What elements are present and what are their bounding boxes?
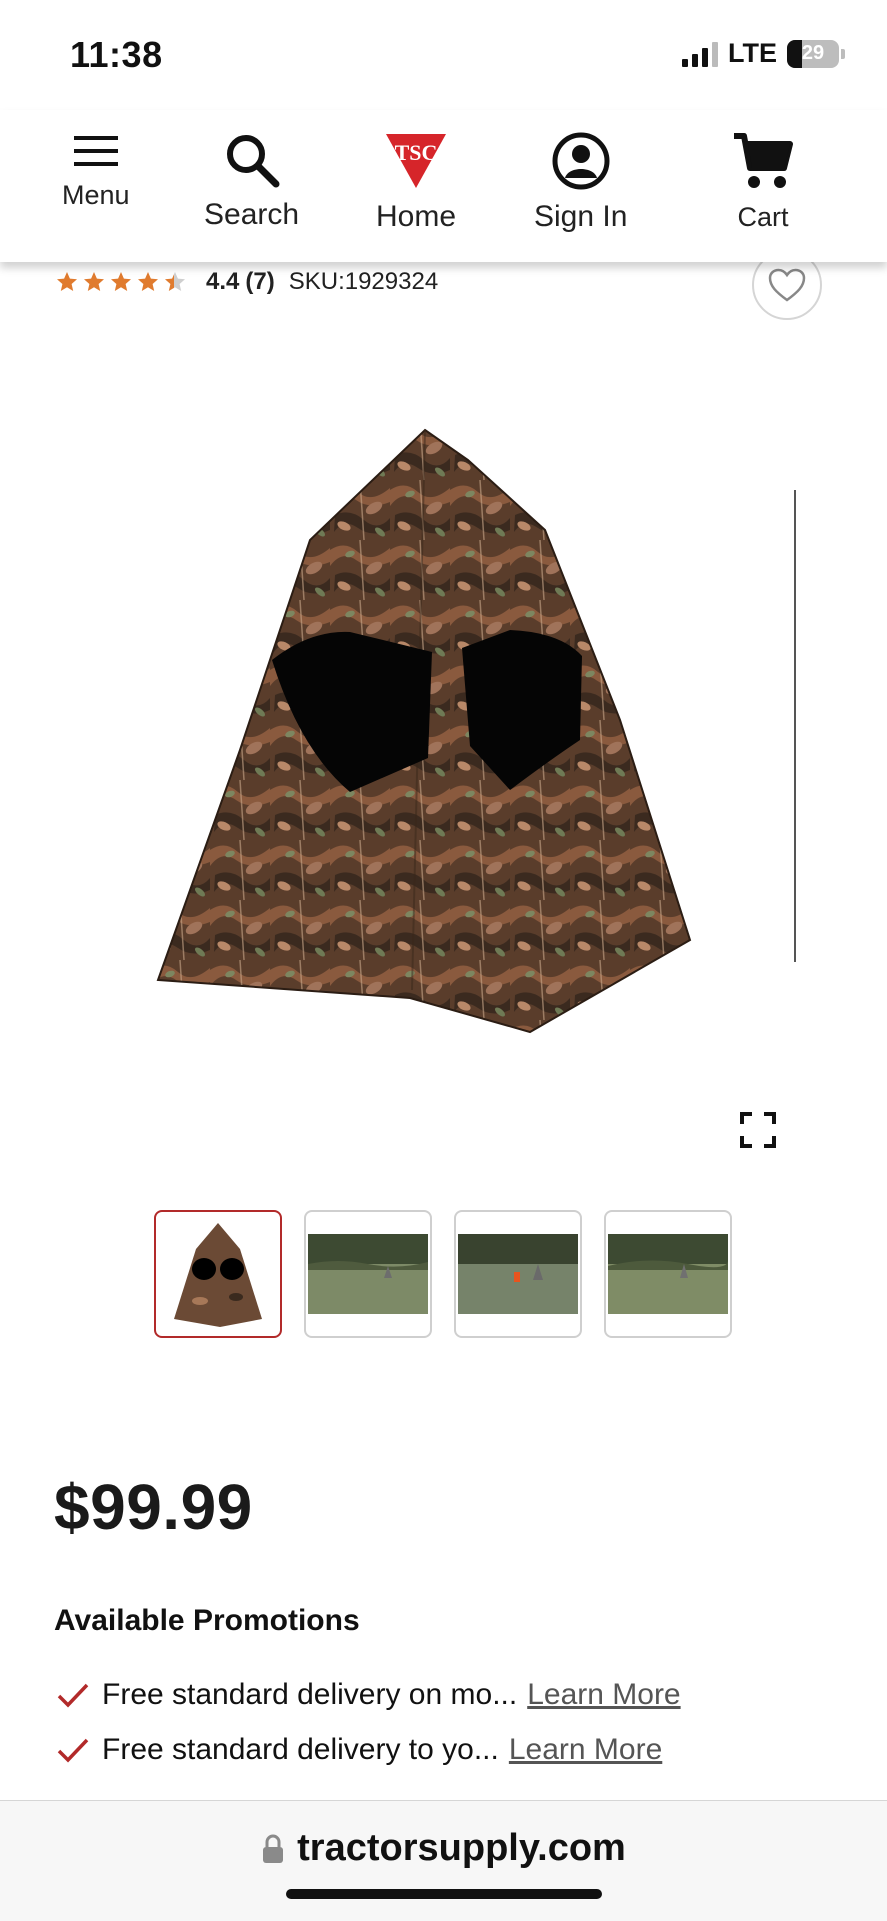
star-icon — [84, 272, 104, 291]
status-time: 11:38 — [70, 34, 163, 75]
promotion-item: Free standard delivery to yo... Learn Mo… — [56, 1733, 662, 1767]
browser-url-bar[interactable]: tractorsupply.com — [0, 1800, 887, 1921]
menu-button[interactable]: Menu — [62, 132, 130, 211]
account-icon — [552, 132, 610, 190]
image-scroll-indicator — [794, 490, 796, 962]
heart-icon — [768, 268, 806, 302]
thumbnail-2[interactable] — [304, 1210, 432, 1338]
product-price: $99.99 — [54, 1471, 253, 1543]
rating-stars[interactable] — [54, 270, 188, 294]
search-label: Search — [204, 198, 300, 231]
search-button[interactable]: Search — [204, 132, 299, 232]
rating-row: 4.4 (7) SKU:1929324 — [54, 268, 438, 296]
home-label: Home — [376, 200, 457, 233]
sign-in-label: Sign In — [534, 200, 628, 233]
search-icon — [226, 135, 280, 188]
url-text: tractorsupply.com — [297, 1827, 626, 1869]
review-count[interactable]: (7) — [245, 268, 274, 296]
battery-tip — [841, 48, 845, 59]
sign-in-button[interactable]: Sign In — [534, 132, 627, 234]
thumbnail-field-image — [608, 1234, 728, 1314]
promotions-title: Available Promotions — [54, 1604, 360, 1637]
tsc-logo: TSC — [386, 134, 447, 188]
thumbnail-field-image — [308, 1234, 428, 1314]
promotion-text: Free standard delivery on mo... — [102, 1678, 518, 1711]
half-star-icon — [165, 272, 185, 291]
thumbnail-4[interactable] — [604, 1210, 732, 1338]
signal-icon — [682, 41, 718, 67]
thumbnail-hunter-image — [458, 1234, 578, 1314]
network-type: LTE — [728, 38, 777, 68]
home-button[interactable]: TSC Home — [376, 132, 456, 234]
check-icon — [57, 1738, 89, 1763]
thumbnail-3[interactable] — [454, 1210, 582, 1338]
battery-level: 29 — [801, 42, 825, 64]
product-image[interactable] — [150, 420, 700, 1060]
learn-more-link[interactable]: Learn More — [527, 1678, 680, 1712]
sku-text: SKU:1929324 — [288, 268, 439, 295]
lock-icon — [263, 1834, 284, 1863]
battery-icon: 29 — [787, 39, 839, 68]
url-display[interactable]: tractorsupply.com — [0, 1827, 887, 1870]
thumbnail-1[interactable] — [154, 1210, 282, 1338]
star-icon — [138, 272, 158, 291]
star-icon — [111, 272, 131, 291]
cart-icon — [734, 133, 793, 188]
status-indicators: LTE 29 — [682, 38, 845, 69]
cart-label: Cart — [737, 202, 789, 232]
logo-text: TSC — [395, 140, 438, 165]
expand-icon[interactable] — [740, 1112, 776, 1148]
promotion-item: Free standard delivery on mo... Learn Mo… — [56, 1678, 681, 1712]
status-bar: 11:38 LTE 29 — [0, 0, 887, 110]
thumbnail-blind-image — [174, 1223, 262, 1327]
rating-value: 4.4 — [206, 268, 240, 295]
top-navigation: Menu Search TSC Home Sign In Cart — [0, 110, 887, 262]
check-icon — [57, 1683, 89, 1708]
cart-button[interactable]: Cart — [732, 132, 794, 233]
promotion-text: Free standard delivery to yo... — [102, 1733, 499, 1766]
star-icon — [57, 272, 77, 291]
menu-label: Menu — [62, 180, 130, 210]
home-indicator[interactable] — [286, 1889, 602, 1899]
learn-more-link[interactable]: Learn More — [509, 1733, 662, 1767]
menu-icon — [73, 136, 118, 166]
thumbnail-strip — [154, 1210, 732, 1338]
